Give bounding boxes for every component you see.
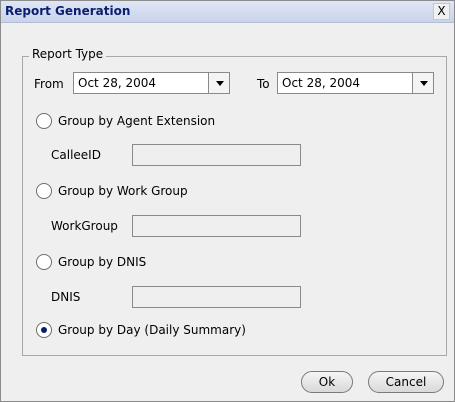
to-date-combo[interactable]: Oct 28, 2004 <box>277 72 434 94</box>
calleeid-field[interactable] <box>132 144 301 166</box>
radio-button[interactable] <box>36 254 52 270</box>
workgroup-label: WorkGroup <box>51 219 118 233</box>
radio-label: Group by Work Group <box>58 184 188 198</box>
radio-button[interactable] <box>36 183 52 199</box>
ok-button[interactable]: Ok <box>301 371 353 393</box>
from-label: From <box>34 77 64 91</box>
from-date-combo[interactable]: Oct 28, 2004 <box>73 72 230 94</box>
chevron-down-icon[interactable] <box>208 73 229 93</box>
cancel-button[interactable]: Cancel <box>368 371 444 393</box>
radio-label: Group by DNIS <box>58 255 147 269</box>
report-type-group <box>22 56 447 356</box>
workgroup-field[interactable] <box>132 215 301 237</box>
dnis-field[interactable] <box>132 286 301 308</box>
radio-label: Group by Agent Extension <box>58 114 216 128</box>
to-date-value: Oct 28, 2004 <box>282 76 360 90</box>
report-type-legend: Report Type <box>29 47 107 61</box>
radio-label: Group by Day (Daily Summary) <box>58 323 246 337</box>
dnis-label: DNIS <box>51 290 81 304</box>
radio-button[interactable] <box>36 113 52 129</box>
from-date-value: Oct 28, 2004 <box>78 76 156 90</box>
window-title: Report Generation <box>5 4 131 18</box>
radio-button[interactable] <box>36 322 52 338</box>
calleeid-label: CalleeID <box>51 148 101 162</box>
to-label: To <box>257 77 270 91</box>
report-generation-dialog: Report Generation X Report Type From Oct… <box>0 0 455 402</box>
title-bar: Report Generation X <box>1 1 454 23</box>
close-icon[interactable]: X <box>433 3 450 20</box>
chevron-down-icon[interactable] <box>412 73 433 93</box>
